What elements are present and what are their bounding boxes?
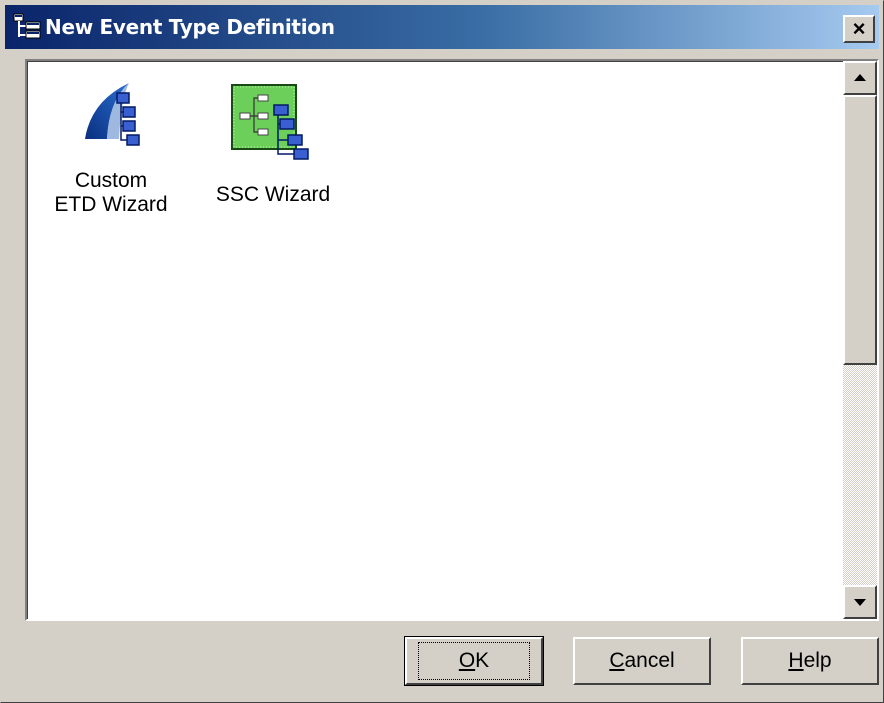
scroll-up-arrow-icon [854,74,866,81]
help-mnemonic: H [788,649,804,672]
cancel-button-label: Cancel [609,649,674,673]
help-label-rest: elp [803,649,832,672]
ok-mnemonic: O [458,649,476,672]
scrollbar-thumb[interactable] [843,95,877,365]
scroll-up-button[interactable] [843,61,877,95]
custom-etd-wizard-icon [85,83,140,146]
list-item-ssc-wizard[interactable]: SSC Wizard [213,83,333,207]
tree-structure-icon [13,13,41,39]
ok-label-rest: K [475,649,490,672]
dialog-window: New Event Type Definition × Custom ETD W… [0,0,884,703]
list-item-label: SSC Wizard [215,183,331,206]
ok-button[interactable]: OK [404,636,544,686]
cancel-label-rest: ancel [624,649,675,672]
title-bar[interactable]: New Event Type Definition × [5,5,879,49]
list-item-label: Custom ETD Wizard [54,169,168,216]
cancel-mnemonic: C [609,649,625,672]
window-title: New Event Type Definition [45,15,335,39]
scroll-down-button[interactable] [843,585,877,619]
scroll-down-arrow-icon [854,599,866,606]
help-button[interactable]: Help [741,637,879,685]
close-icon: × [852,16,866,41]
ok-button-label: OK [417,642,531,680]
help-button-label: Help [788,649,831,673]
close-button[interactable]: × [843,15,875,43]
list-item-custom-etd-wizard[interactable]: Custom ETD Wizard [51,79,171,217]
ssc-wizard-icon [231,84,309,160]
vertical-scrollbar[interactable] [843,61,877,619]
cancel-button[interactable]: Cancel [573,637,711,685]
wizard-list-view[interactable]: Custom ETD Wizard SSC Wizard [25,59,879,621]
